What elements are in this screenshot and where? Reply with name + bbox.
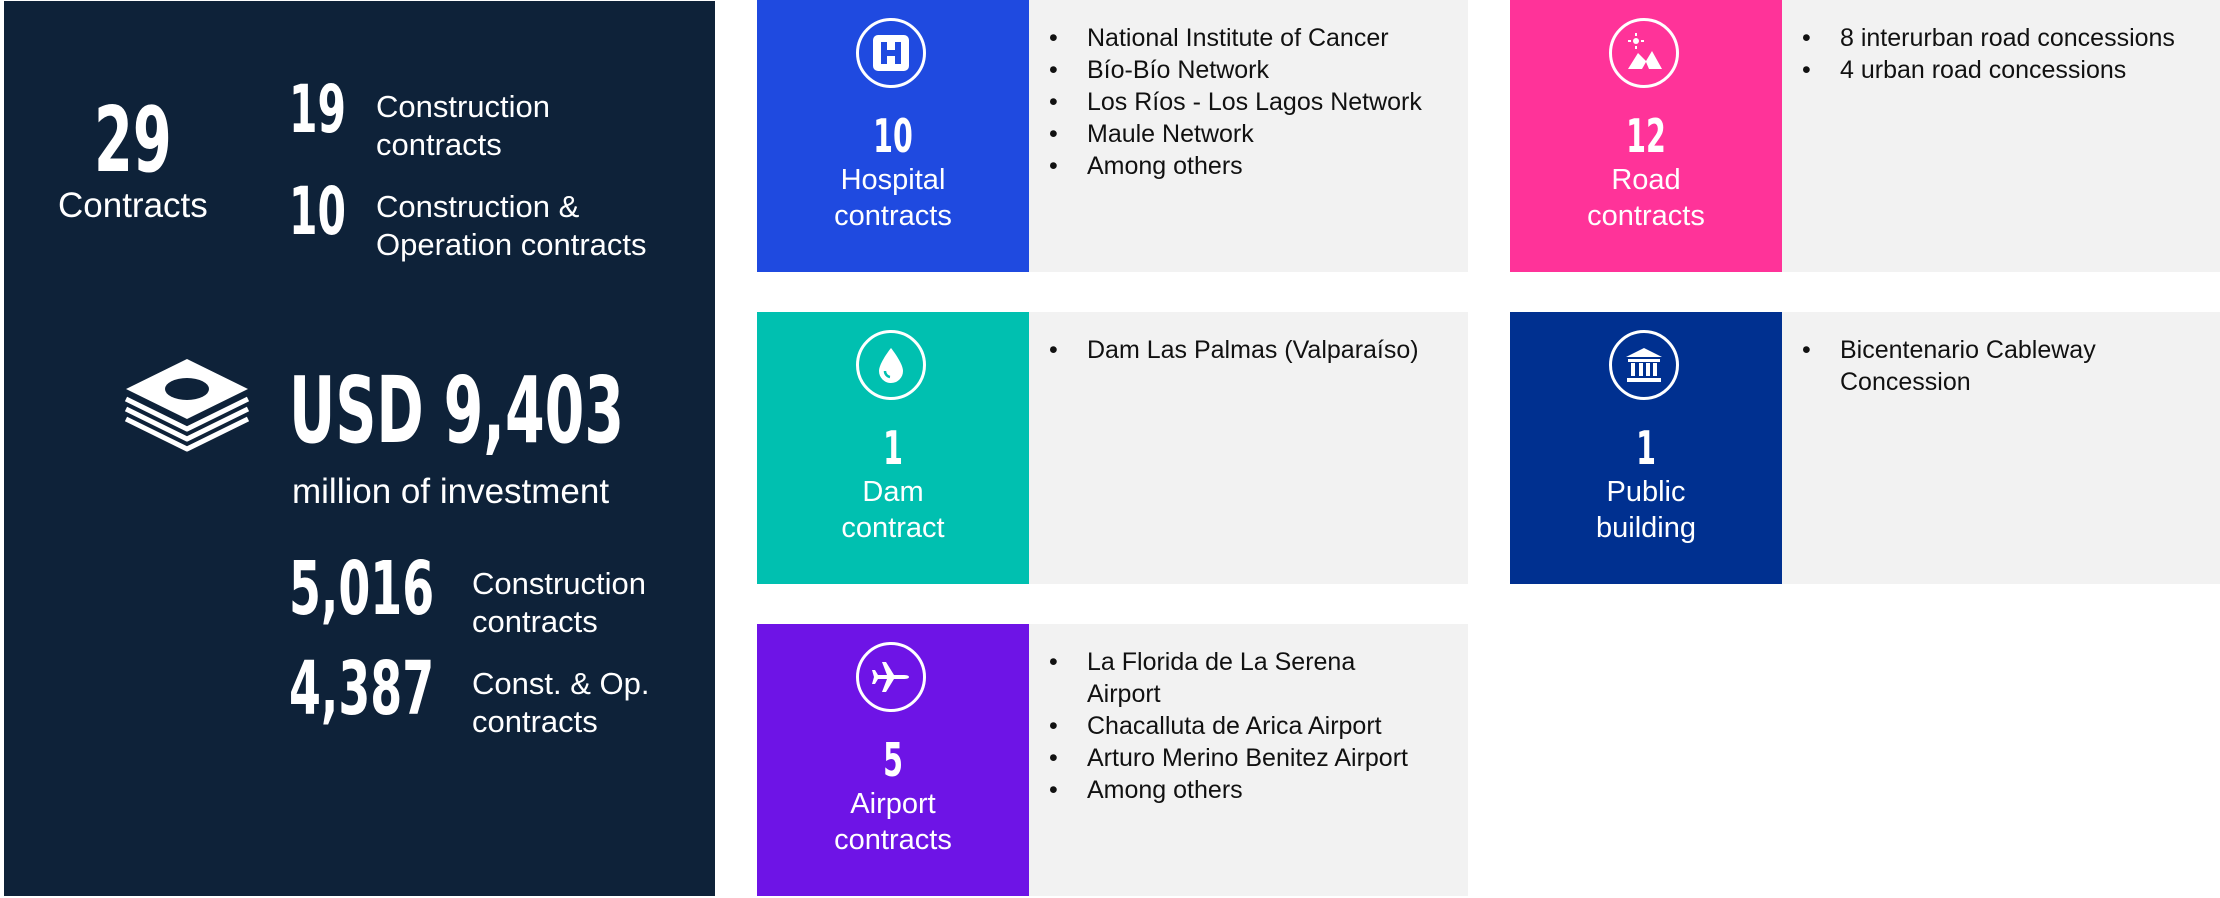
list-item: Maule Network — [1049, 118, 1422, 150]
construction-count: 19 — [289, 71, 346, 148]
inv-consop-value: 4,387 — [289, 646, 435, 732]
dam-count: 1 — [883, 421, 903, 475]
public-building-list: Bicentenario Cableway Concession — [1802, 334, 2096, 398]
list-item: National Institute of Cancer — [1049, 22, 1422, 54]
road-details: 8 interurban road concessions 4 urban ro… — [1782, 0, 2220, 272]
summary-panel: 29 Contracts 19 Construction contracts 1… — [4, 1, 715, 896]
hospital-label-1: Hospital — [840, 164, 946, 196]
list-item: 8 interurban road concessions — [1802, 22, 2175, 54]
inv-construction-label-2: contracts — [472, 604, 598, 639]
list-item: Arturo Merino Benitez Airport — [1049, 742, 1408, 774]
dam-tile: 1 Dam contract — [757, 312, 1029, 584]
hospital-details: National Institute of Cancer Bío-Bío Net… — [1029, 0, 1468, 272]
contracts-label: Contracts — [58, 186, 208, 225]
road-tile: 12 Road contracts — [1510, 0, 1782, 272]
dam-label-2: contract — [841, 512, 945, 544]
list-item: Chacalluta de Arica Airport — [1049, 710, 1408, 742]
list-item: Among others — [1049, 774, 1408, 806]
road-label-2: contracts — [1587, 200, 1705, 232]
inv-construction-label-1: Construction — [472, 566, 647, 601]
construction-label-2: contracts — [376, 127, 502, 162]
public-building-label-2: building — [1596, 512, 1696, 544]
airport-list: La Florida de La Serena Airport Chacallu… — [1049, 646, 1408, 806]
airplane-icon — [856, 642, 926, 712]
list-item: Dam Las Palmas (Valparaíso) — [1049, 334, 1419, 366]
list-item-continuation: Concession — [1840, 368, 1971, 396]
dam-list: Dam Las Palmas (Valparaíso) — [1049, 334, 1419, 366]
public-building-tile: 1 Public building — [1510, 312, 1782, 584]
list-item: Concession — [1802, 366, 2096, 398]
cons-op-label-2: Operation contracts — [376, 227, 647, 262]
cons-op-count-wrap: 10 — [289, 177, 381, 247]
contracts-total-wrap: 29 — [94, 93, 214, 189]
list-item: 4 urban road concessions — [1802, 54, 2175, 86]
inv-consop-label-1: Const. & Op. — [472, 666, 650, 701]
hospital-tile: 10 Hospital contracts — [757, 0, 1029, 272]
public-building-details: Bicentenario Cableway Concession — [1782, 312, 2220, 584]
list-item: La Florida de La Serena — [1049, 646, 1408, 678]
public-building-label-1: Public — [1606, 476, 1686, 508]
airport-tile: 5 Airport contracts — [757, 624, 1029, 896]
construction-label-1: Construction — [376, 89, 551, 124]
road-label-1: Road — [1611, 164, 1681, 196]
airport-details: La Florida de La Serena Airport Chacallu… — [1029, 624, 1468, 896]
dam-details: Dam Las Palmas (Valparaíso) — [1029, 312, 1468, 584]
public-building-count: 1 — [1636, 421, 1656, 475]
list-item-continuation: Airport — [1087, 680, 1161, 708]
investment-amount-wrap: USD 9,403 — [289, 361, 829, 461]
hospital-icon — [856, 18, 926, 88]
investment-label: million of investment — [292, 472, 610, 511]
investment-amount: USD 9,403 — [289, 357, 625, 464]
contracts-total: 29 — [94, 88, 172, 193]
airport-label-2: contracts — [834, 824, 952, 856]
inv-construction-value: 5,016 — [289, 546, 435, 632]
hospital-label-2: contracts — [834, 200, 952, 232]
list-item: Bío-Bío Network — [1049, 54, 1422, 86]
hospital-list: National Institute of Cancer Bío-Bío Net… — [1049, 22, 1422, 182]
hospital-count: 10 — [873, 109, 913, 163]
list-item: Bicentenario Cableway — [1802, 334, 2096, 366]
list-item: Los Ríos - Los Lagos Network — [1049, 86, 1422, 118]
list-item: Airport — [1049, 678, 1408, 710]
cons-op-count: 10 — [289, 173, 346, 250]
water-drop-icon — [856, 330, 926, 400]
road-count: 12 — [1626, 109, 1666, 163]
inv-consop-label-2: contracts — [472, 704, 598, 739]
road-icon — [1609, 18, 1679, 88]
cons-op-label-1: Construction & — [376, 189, 580, 224]
construction-count-wrap: 19 — [289, 75, 381, 145]
dam-label-1: Dam — [862, 476, 924, 508]
airport-count: 5 — [883, 733, 903, 787]
list-item: Among others — [1049, 150, 1422, 182]
public-building-icon — [1609, 330, 1679, 400]
airport-label-1: Airport — [850, 788, 936, 820]
money-stack-icon — [120, 353, 254, 463]
road-list: 8 interurban road concessions 4 urban ro… — [1802, 22, 2175, 86]
